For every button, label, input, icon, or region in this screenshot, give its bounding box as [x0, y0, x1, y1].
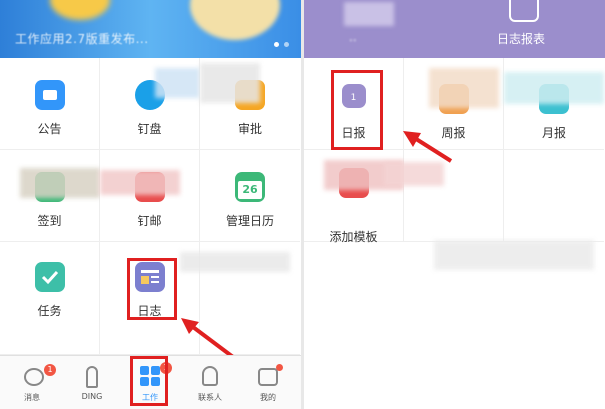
- blur-patch: [434, 240, 594, 270]
- contacts-icon: [202, 366, 218, 386]
- blur-patch: [180, 252, 290, 272]
- highlight-box-log: [127, 258, 177, 320]
- task-check-icon: [34, 262, 65, 292]
- app-checkin[interactable]: 签到: [0, 150, 100, 242]
- blur-patch: [429, 68, 499, 108]
- blur-patch: [100, 170, 180, 195]
- log-header: .. 日志报表: [304, 0, 605, 58]
- app-approval[interactable]: 审批: [200, 58, 300, 150]
- app-label: 添加模板: [329, 230, 378, 244]
- tab-label: 联系人: [198, 393, 222, 402]
- profile-dot: [276, 364, 283, 371]
- app-calendar[interactable]: 26 管理日历: [200, 150, 300, 242]
- blur-patch: [504, 72, 604, 104]
- banner-text: 工作应用2.7版重发布...: [15, 32, 149, 46]
- log-panel: .. 日志报表 1 日报 周报 月报 添加模板: [304, 0, 605, 409]
- calendar-day: 26: [238, 181, 262, 199]
- report-icon: [509, 0, 539, 22]
- banner-decoration: [190, 0, 280, 40]
- tab-ding[interactable]: DING: [62, 356, 122, 409]
- message-badge: 1: [44, 364, 56, 376]
- header-tab-left[interactable]: ..: [349, 30, 357, 44]
- tab-label: 消息: [24, 393, 40, 402]
- highlight-box-work-tab: [130, 356, 168, 406]
- tab-label: DING: [81, 392, 103, 401]
- app-label: 钉盘: [137, 122, 162, 136]
- app-label: 审批: [237, 122, 262, 136]
- app-task[interactable]: 任务: [0, 242, 100, 355]
- highlight-box-daily: [331, 70, 383, 150]
- app-label: 任务: [37, 304, 62, 318]
- message-icon: [24, 368, 44, 386]
- app-label: 公告: [37, 122, 62, 136]
- announcement-icon: [34, 80, 65, 110]
- app-announcement[interactable]: 公告: [0, 58, 100, 150]
- tab-label: 我的: [260, 393, 276, 402]
- work-panel: 工作应用2.7版重发布... 公告 钉盘 审批 签到 钉邮 26 管理日历 任务…: [0, 0, 301, 409]
- blur-patch: [344, 2, 394, 26]
- header-tab-reports[interactable]: 日志报表: [497, 30, 545, 47]
- calendar-icon: 26: [235, 172, 265, 202]
- empty-cell: [504, 150, 604, 242]
- app-label: 月报: [541, 126, 566, 140]
- log-monthly[interactable]: 月报: [504, 58, 604, 150]
- app-label: 钉邮: [137, 214, 162, 228]
- app-label: 管理日历: [225, 214, 274, 228]
- tab-contacts[interactable]: 联系人: [180, 356, 240, 409]
- blur-patch: [200, 63, 260, 103]
- blur-patch: [155, 68, 200, 98]
- app-label: 签到: [37, 214, 62, 228]
- work-banner[interactable]: 工作应用2.7版重发布...: [0, 0, 301, 58]
- tab-profile[interactable]: 我的: [238, 356, 298, 409]
- profile-icon: [258, 368, 278, 386]
- banner-pager: [274, 42, 289, 47]
- pointer-arrow: [403, 131, 453, 163]
- ding-icon: [86, 366, 98, 388]
- app-mail[interactable]: 钉邮: [100, 150, 200, 242]
- blur-patch: [20, 168, 100, 198]
- app-cloud-disk[interactable]: 钉盘: [100, 58, 200, 150]
- tab-messages[interactable]: 1 消息: [2, 356, 62, 409]
- banner-decoration: [50, 0, 110, 20]
